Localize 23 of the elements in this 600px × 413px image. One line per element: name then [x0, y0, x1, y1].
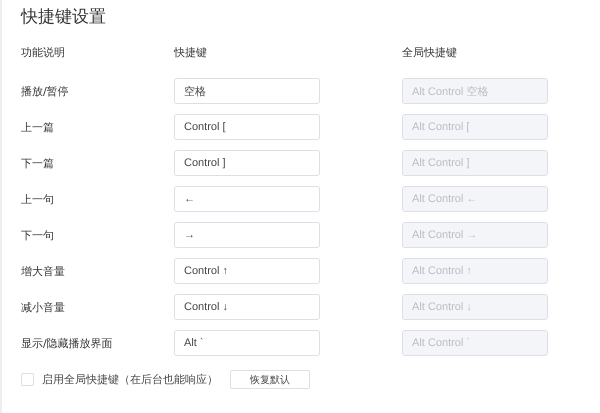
- function-label: 增大音量: [21, 264, 66, 278]
- shortcut-field[interactable]: Control ↓: [174, 294, 320, 320]
- shortcut-field[interactable]: ←: [174, 186, 320, 212]
- function-label: 下一篇: [21, 156, 55, 170]
- shortcut-field[interactable]: Control ]: [174, 150, 320, 176]
- function-label: 上一篇: [21, 120, 55, 134]
- column-header: 快捷键: [174, 46, 208, 60]
- function-label: 减小音量: [21, 300, 66, 314]
- shortcut-field[interactable]: Control ↑: [174, 258, 320, 284]
- function-label: 下一句: [21, 228, 55, 242]
- reset-button[interactable]: 恢复默认: [230, 370, 310, 389]
- shortcut-field[interactable]: Control [: [174, 114, 320, 140]
- function-label: 显示/隐藏播放界面: [21, 336, 114, 350]
- checkbox-label: 启用全局快捷键（在后台也能响应）: [42, 372, 218, 387]
- function-label: 播放/暂停: [21, 84, 70, 98]
- shortcut-field[interactable]: →: [174, 222, 320, 248]
- function-label: 上一句: [21, 192, 55, 206]
- column-header: 全局快捷键: [402, 46, 458, 60]
- shortcut-field[interactable]: Alt `: [174, 330, 320, 356]
- column-header: 功能说明: [21, 46, 66, 60]
- checkbox[interactable]: [21, 373, 34, 386]
- shortcut-field[interactable]: 空格: [174, 78, 320, 104]
- page-title: 快捷键设置: [21, 6, 107, 29]
